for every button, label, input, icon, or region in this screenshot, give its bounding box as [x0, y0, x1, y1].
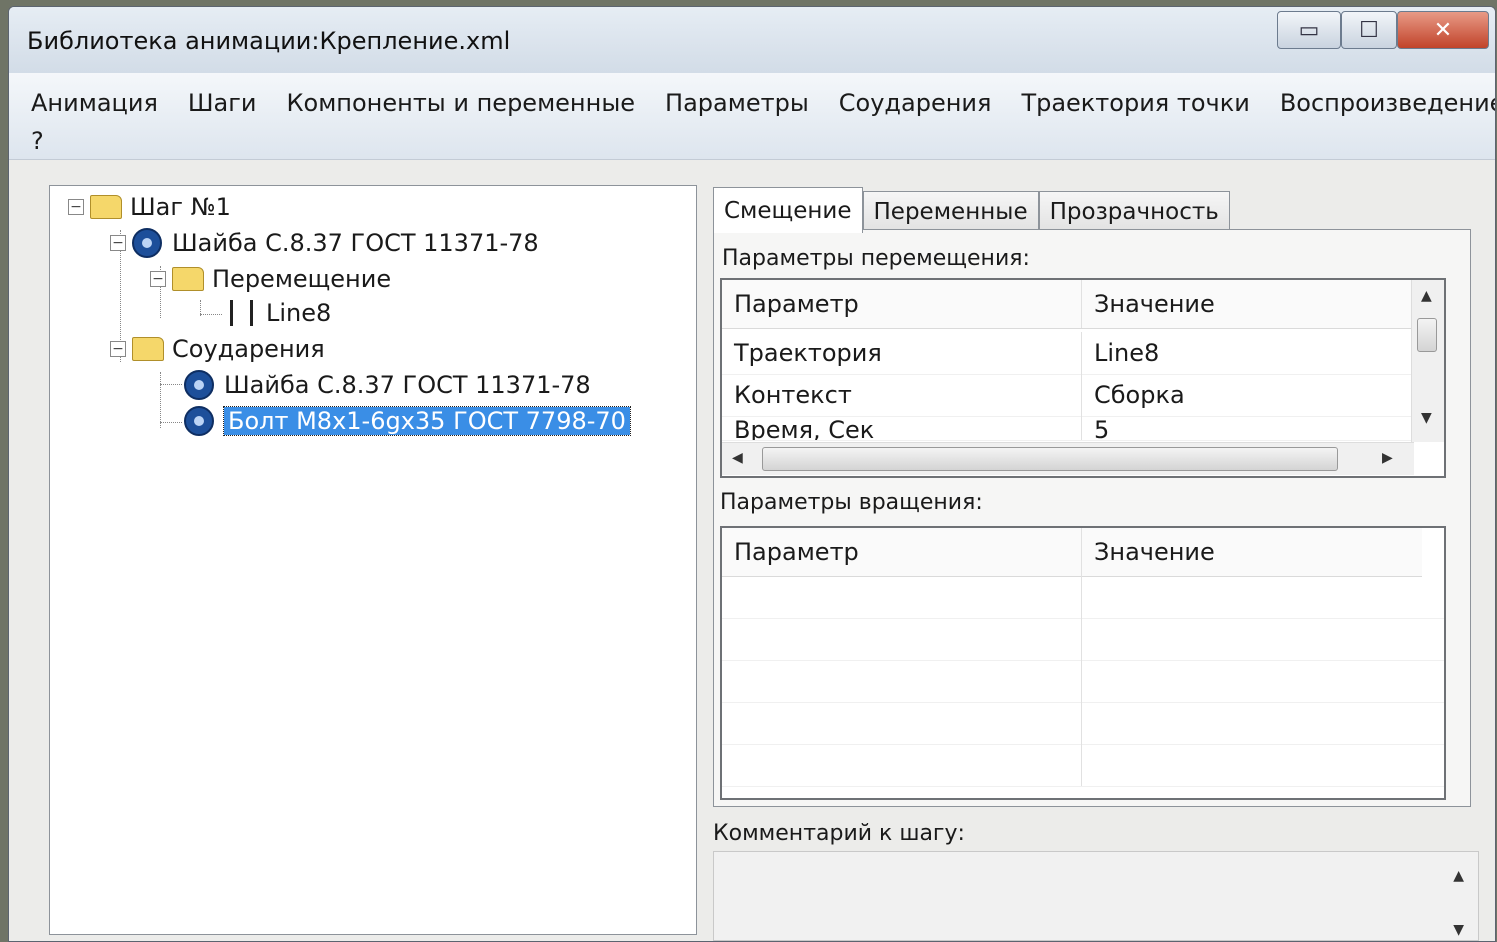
- tree-node-step[interactable]: − Шаг №1: [68, 190, 231, 224]
- collapse-icon[interactable]: −: [68, 199, 84, 215]
- scroll-thumb[interactable]: [1417, 318, 1437, 352]
- minimize-button[interactable]: ▭: [1277, 11, 1341, 49]
- folder-icon: [90, 195, 122, 219]
- trajectory-line-icon: [226, 298, 258, 328]
- part-icon: [184, 370, 214, 400]
- menu-parameters[interactable]: Параметры: [665, 89, 809, 117]
- cell-parameter: Траектория: [722, 332, 1082, 374]
- menu-playback[interactable]: Воспроизведение: [1280, 89, 1495, 117]
- tree-node-line[interactable]: Line8: [226, 296, 331, 330]
- cell-value: Line8: [1094, 339, 1160, 367]
- empty-row[interactable]: [722, 576, 1444, 619]
- tree-node-label: Шайба С.8.37 ГОСТ 11371-78: [224, 371, 591, 399]
- animation-library-window: Библиотека анимации:Крепление.xml ▭ ☐ ✕ …: [8, 6, 1496, 942]
- table-row[interactable]: Контекст Сборка: [722, 374, 1422, 417]
- tree-node-label: Перемещение: [212, 265, 392, 293]
- collapse-icon[interactable]: −: [110, 341, 126, 357]
- menu-collisions[interactable]: Соударения: [839, 89, 992, 117]
- menu-steps[interactable]: Шаги: [188, 89, 257, 117]
- tree-node-label: Шаг №1: [130, 193, 231, 221]
- part-icon: [184, 406, 214, 436]
- menu-help[interactable]: ?: [31, 127, 44, 155]
- tree-node-label: Line8: [266, 299, 332, 327]
- move-params-label: Параметры перемещения:: [722, 246, 1030, 271]
- menu-components-variables[interactable]: Компоненты и переменные: [286, 89, 635, 117]
- tree-node-label: Шайба С.8.37 ГОСТ 11371-78: [172, 229, 539, 257]
- cell-parameter: Контекст: [722, 374, 1082, 416]
- column-header-parameter[interactable]: Параметр: [722, 528, 1082, 576]
- tab-transparency[interactable]: Прозрачность: [1038, 191, 1230, 231]
- scroll-down-icon[interactable]: ▼: [1453, 922, 1464, 938]
- tree-node-move[interactable]: − Перемещение: [150, 262, 391, 296]
- empty-row[interactable]: [722, 618, 1444, 661]
- window-title: Библиотека анимации:Крепление.xml: [27, 27, 511, 55]
- step-comment-label: Комментарий к шагу:: [713, 821, 965, 846]
- scroll-down-icon[interactable]: ▼: [1421, 410, 1432, 426]
- scroll-right-icon[interactable]: ▶: [1382, 450, 1393, 466]
- maximize-icon: ☐: [1359, 17, 1379, 43]
- folder-icon: [132, 337, 164, 361]
- column-header-value[interactable]: Значение: [1082, 280, 1422, 328]
- title-bar[interactable]: Библиотека анимации:Крепление.xml ▭ ☐ ✕: [9, 7, 1495, 73]
- scroll-up-icon[interactable]: ▲: [1421, 288, 1432, 304]
- close-icon: ✕: [1433, 17, 1453, 43]
- column-header-value[interactable]: Значение: [1082, 528, 1422, 576]
- tree-node-label: Соударения: [172, 335, 325, 363]
- tree-node-part[interactable]: − Шайба С.8.37 ГОСТ 11371-78: [110, 226, 539, 260]
- horizontal-scrollbar[interactable]: ◀ ▶: [722, 442, 1414, 475]
- menu-bar: Анимация Шаги Компоненты и переменные Па…: [9, 73, 1495, 160]
- collapse-icon[interactable]: −: [110, 235, 126, 251]
- vertical-scrollbar[interactable]: ▲ ▼: [1411, 280, 1444, 442]
- tree-node-collision-part[interactable]: Шайба С.8.37 ГОСТ 11371-78: [184, 368, 591, 402]
- step-comment-textarea[interactable]: ▲ ▼: [713, 851, 1479, 941]
- scroll-thumb[interactable]: [762, 447, 1338, 471]
- cell-value: Сборка: [1094, 381, 1185, 409]
- rotation-params-grid[interactable]: Параметр Значение: [720, 526, 1446, 800]
- scroll-left-icon[interactable]: ◀: [732, 450, 743, 466]
- offset-tab-content: Параметры перемещения: Параметр Значение…: [713, 229, 1471, 807]
- cell-value: 5: [1094, 416, 1110, 441]
- minimize-icon: ▭: [1298, 17, 1320, 43]
- move-params-grid[interactable]: Параметр Значение Траектория Line8 Конте…: [720, 278, 1446, 478]
- empty-row[interactable]: [722, 702, 1444, 745]
- step-tree[interactable]: − Шаг №1 − Шайба С.8.37 ГОСТ 11371-78 − …: [49, 185, 697, 935]
- cell-parameter: Время, Сек: [722, 416, 1082, 440]
- tab-offset[interactable]: Смещение: [713, 187, 863, 233]
- collapse-icon[interactable]: −: [150, 271, 166, 287]
- table-row[interactable]: Траектория Line8: [722, 332, 1422, 375]
- tab-variables[interactable]: Переменные: [862, 191, 1039, 231]
- tree-node-label: Болт М8х1-6gх35 ГОСТ 7798-70: [223, 406, 631, 436]
- menu-point-trajectory[interactable]: Траектория точки: [1021, 89, 1249, 117]
- tab-bar: Смещение Переменные Прозрачность: [713, 187, 1230, 233]
- grid-header: Параметр Значение: [722, 280, 1422, 329]
- tree-node-collisions[interactable]: − Соударения: [110, 332, 325, 366]
- part-icon: [132, 228, 162, 258]
- scroll-up-icon[interactable]: ▲: [1453, 868, 1464, 884]
- rotation-params-label: Параметры вращения:: [720, 490, 983, 515]
- close-button[interactable]: ✕: [1397, 11, 1489, 49]
- menu-animation[interactable]: Анимация: [31, 89, 158, 117]
- folder-icon: [172, 267, 204, 291]
- maximize-button[interactable]: ☐: [1341, 11, 1397, 49]
- grid-header: Параметр Значение: [722, 528, 1422, 577]
- tree-node-collision-part-selected[interactable]: Болт М8х1-6gх35 ГОСТ 7798-70: [184, 404, 631, 438]
- table-row[interactable]: Время, Сек 5: [722, 416, 1422, 441]
- empty-row[interactable]: [722, 660, 1444, 703]
- empty-row[interactable]: [722, 744, 1444, 787]
- column-header-parameter[interactable]: Параметр: [722, 280, 1082, 328]
